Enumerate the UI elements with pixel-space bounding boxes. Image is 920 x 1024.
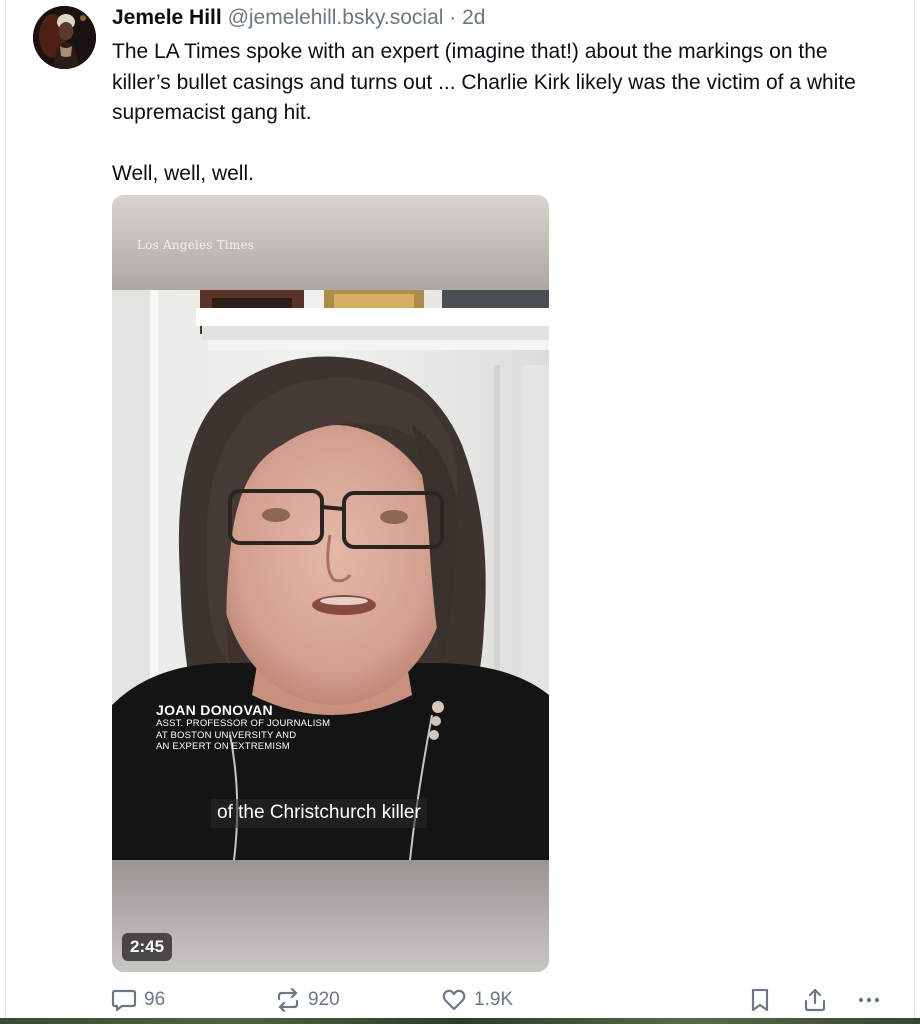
timestamp[interactable]: 2d [462, 6, 485, 29]
speaker-title: AT BOSTON UNIVERSITY AND [156, 729, 297, 741]
post-header: Jemele Hill @jemelehill.bsky.social · 2d [112, 4, 485, 32]
speaker-name: JOAN DONOVAN [156, 702, 273, 718]
share-button[interactable] [802, 984, 828, 1016]
post-text: The LA Times spoke with an expert (imagi… [112, 37, 892, 189]
repost-count: 920 [308, 989, 340, 1010]
video-duration: 2:45 [122, 933, 173, 961]
video-caption: of the Christchurch killer [211, 799, 427, 828]
like-count: 1.9K [474, 989, 514, 1010]
like-icon [442, 989, 466, 1011]
bookmark-icon [751, 988, 769, 1012]
bookmark-button[interactable] [748, 984, 772, 1016]
next-post-edge [0, 1018, 920, 1024]
reply-count: 96 [144, 989, 166, 1010]
repost-icon [277, 987, 299, 1013]
video-frame [112, 195, 549, 972]
display-name[interactable]: Jemele Hill [112, 6, 222, 29]
divider [914, 0, 915, 1018]
avatar[interactable] [33, 6, 96, 69]
avatar-image [33, 6, 96, 69]
repost-button[interactable]: 920 [274, 984, 340, 1016]
source-logo: Los Angeles Times [137, 238, 255, 252]
speaker-title: AN EXPERT ON EXTREMISM [156, 741, 290, 752]
reply-button[interactable]: 96 [110, 984, 165, 1016]
handle[interactable]: @jemelehill.bsky.social [228, 6, 444, 29]
time-separator: · [443, 6, 463, 29]
post-paragraph: Well, well, well. [112, 161, 254, 185]
more-options-button[interactable] [855, 984, 883, 1016]
speaker-title: ASST. PROFESSOR OF JOURNALISM [156, 718, 331, 729]
share-icon [804, 988, 826, 1012]
lower-third: JOAN DONOVAN ASST. PROFESSOR OF JOURNALI… [156, 702, 330, 753]
reply-icon [111, 989, 137, 1012]
like-button[interactable]: 1.9K [440, 984, 513, 1016]
post-paragraph: The LA Times spoke with an expert (imagi… [112, 40, 856, 124]
more-icon [858, 997, 880, 1003]
post-actions: 96 920 1.9K [0, 984, 920, 1016]
video-player[interactable]: Los Angeles Times JOAN DONOVAN ASST. PRO… [112, 195, 549, 972]
divider [5, 0, 6, 1018]
post-card[interactable]: Jemele Hill @jemelehill.bsky.social · 2d… [0, 0, 920, 1024]
